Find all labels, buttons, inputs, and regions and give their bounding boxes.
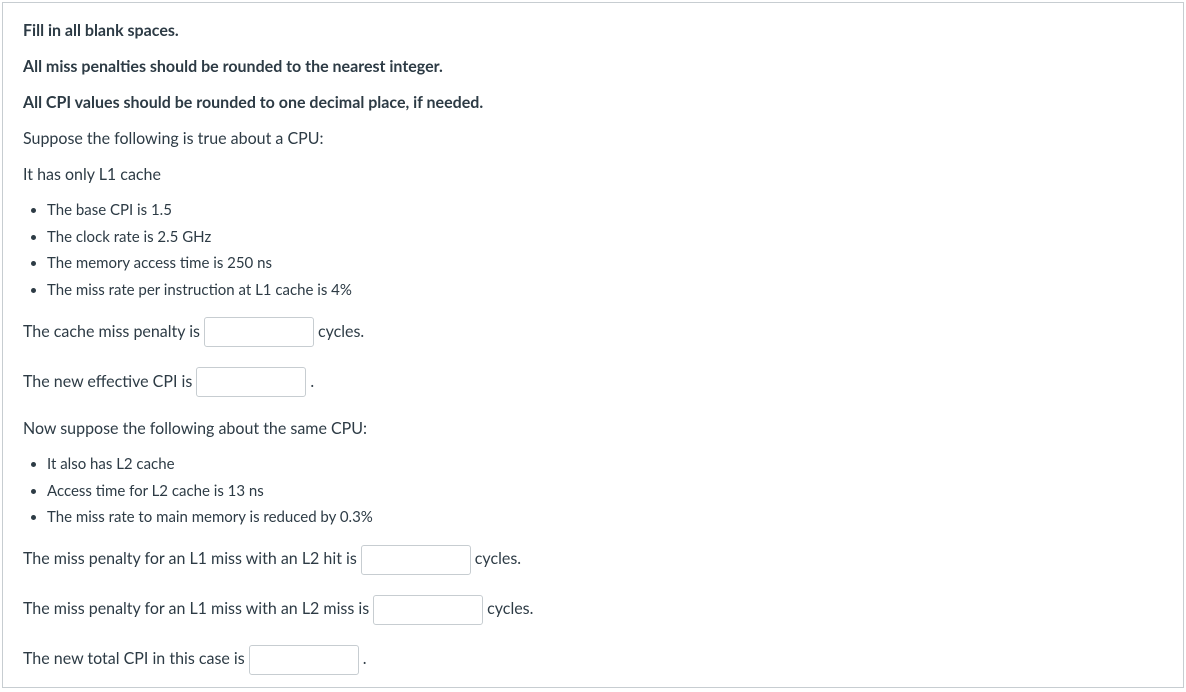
q3-text-before: The miss penalty for an L1 miss with an … (23, 545, 357, 574)
q3-text-after: cycles. (475, 545, 521, 574)
q1-text-after: cycles. (318, 318, 364, 347)
list-item: The miss rate to main memory is reduced … (47, 506, 1163, 529)
list-item: Access time for L2 cache is 13 ns (47, 480, 1163, 503)
question-3: The miss penalty for an L1 miss with an … (23, 545, 1163, 575)
instruction-2: All miss penalties should be rounded to … (23, 55, 1163, 79)
list-item: The miss rate per instruction at L1 cach… (47, 279, 1163, 302)
section1-bullets: The base CPI is 1.5 The clock rate is 2.… (23, 199, 1163, 301)
q4-text-after: cycles. (487, 595, 533, 624)
q4-input[interactable] (373, 595, 483, 625)
q1-input[interactable] (204, 317, 314, 347)
section2-bullets: It also has L2 cache Access time for L2 … (23, 453, 1163, 529)
question-container: Fill in all blank spaces. All miss penal… (2, 2, 1184, 688)
q2-text-before: The new effective CPI is (23, 368, 192, 397)
q2-input[interactable] (196, 367, 306, 397)
list-item: The base CPI is 1.5 (47, 199, 1163, 222)
question-4: The miss penalty for an L1 miss with an … (23, 595, 1163, 625)
q5-text-after: . (363, 645, 367, 674)
q1-text-before: The cache miss penalty is (23, 318, 200, 347)
question-2: The new effective CPI is . (23, 367, 1163, 397)
q4-text-before: The miss penalty for an L1 miss with an … (23, 595, 369, 624)
list-item: The clock rate is 2.5 GHz (47, 226, 1163, 249)
section2-intro: Now suppose the following about the same… (23, 417, 1163, 441)
instruction-3: All CPI values should be rounded to one … (23, 91, 1163, 115)
q2-text-after: . (310, 368, 314, 397)
list-item: The memory access time is 250 ns (47, 252, 1163, 275)
section1-intro1: Suppose the following is true about a CP… (23, 127, 1163, 151)
q5-text-before: The new total CPI in this case is (23, 645, 245, 674)
q3-input[interactable] (361, 545, 471, 575)
question-5: The new total CPI in this case is . (23, 645, 1163, 675)
instruction-1: Fill in all blank spaces. (23, 19, 1163, 43)
question-1: The cache miss penalty is cycles. (23, 317, 1163, 347)
list-item: It also has L2 cache (47, 453, 1163, 476)
q5-input[interactable] (249, 645, 359, 675)
section1-intro2: It has only L1 cache (23, 163, 1163, 187)
